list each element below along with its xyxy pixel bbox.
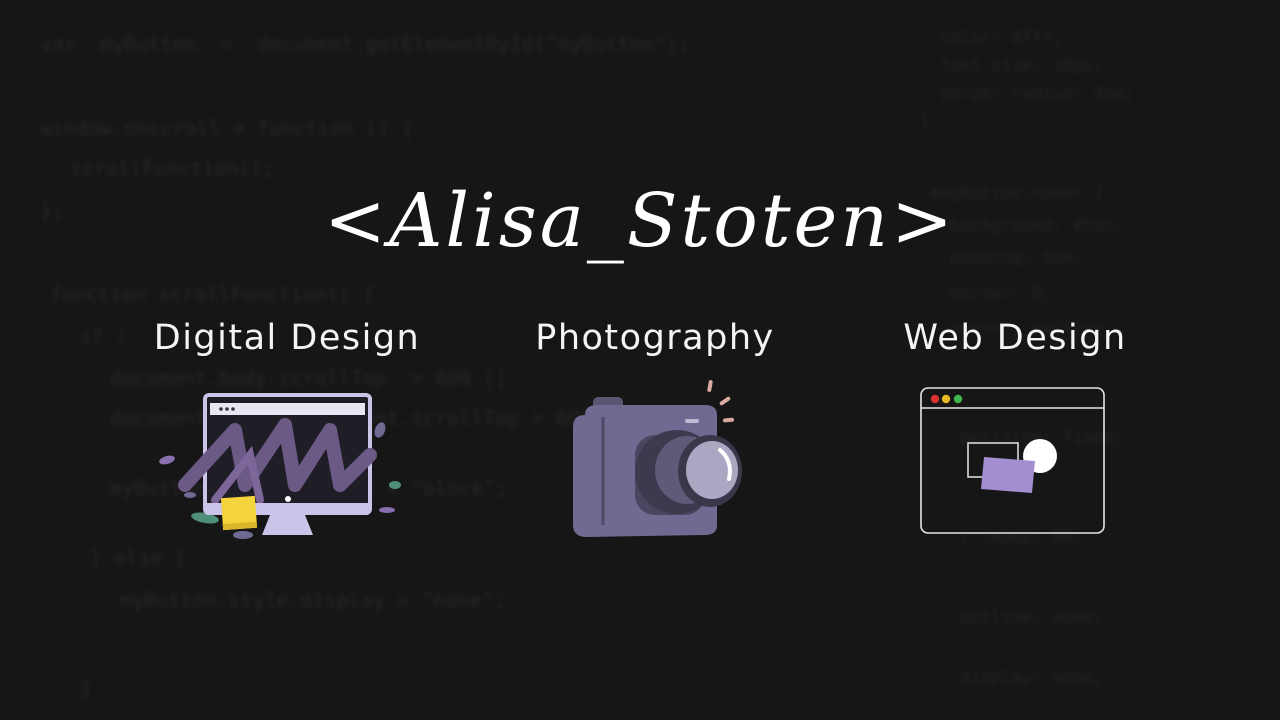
camera-icon [565, 375, 755, 549]
site-title: <Alisa_Stoten> [323, 178, 957, 264]
service-label-photography[interactable]: Photography [475, 318, 835, 358]
service-label-digital-design[interactable]: Digital Design [107, 318, 467, 358]
service-label-web-design[interactable]: Web Design [835, 318, 1195, 358]
computer-monitor-art-icon [155, 385, 405, 554]
background-code-texture: var myButton = document.getElementById("… [40, 28, 1135, 700]
browser-window-icon [918, 385, 1108, 541]
